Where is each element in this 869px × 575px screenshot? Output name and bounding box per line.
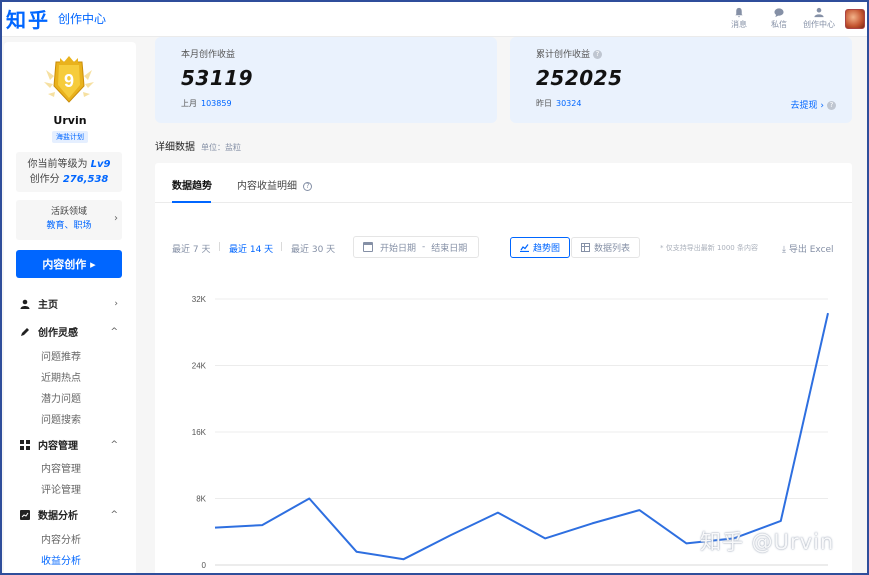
chevron-right-icon: › bbox=[114, 213, 118, 224]
total-revenue-title-row: 累计创作收益? bbox=[536, 47, 603, 60]
sidebar: 9 Urvin 海盐计划 你当前等级为 Lv9 创作分 276,538 活跃领域… bbox=[4, 42, 136, 575]
nav-item-content-analysis[interactable]: 内容分析 bbox=[41, 531, 81, 546]
notifications-button[interactable]: 消息 bbox=[721, 7, 757, 30]
pen-icon bbox=[21, 327, 29, 336]
notifications-label: 消息 bbox=[731, 20, 747, 29]
messages-label: 私信 bbox=[771, 20, 787, 29]
nav-data-analysis[interactable]: 数据分析 ^ bbox=[20, 507, 118, 522]
user-icon bbox=[20, 299, 30, 309]
y-tick-label: 8K bbox=[196, 495, 206, 504]
total-revenue-value: 252025 bbox=[536, 66, 623, 90]
username[interactable]: Urvin bbox=[4, 114, 136, 127]
active-field-values: 教育、职场 bbox=[46, 221, 92, 231]
creator-center-button[interactable]: 创作中心 bbox=[801, 7, 837, 30]
chevron-right-icon: › bbox=[114, 298, 118, 309]
nav-inspiration[interactable]: 创作灵感 ^ bbox=[20, 324, 118, 339]
series-line bbox=[214, 312, 829, 561]
nav-item-potential-questions[interactable]: 潜力问题 bbox=[41, 390, 81, 405]
nav-item-recent-hot[interactable]: 近期热点 bbox=[41, 369, 81, 384]
create-content-button[interactable]: 内容创作 ▸ bbox=[16, 250, 122, 278]
monthly-revenue-title: 本月创作收益 bbox=[181, 50, 236, 60]
y-tick-label: 24K bbox=[192, 362, 207, 371]
top-bar: 知乎 创作中心 消息 私信 创作中心 bbox=[0, 0, 869, 37]
level-value: Lv9 bbox=[90, 159, 111, 170]
detail-title: 详细数据 bbox=[155, 142, 195, 153]
yesterday-info: 昨日 30324 bbox=[536, 98, 581, 109]
monthly-revenue-value: 53119 bbox=[181, 66, 254, 90]
grid-icon bbox=[20, 439, 30, 450]
nav-item-question-search[interactable]: 问题搜索 bbox=[41, 411, 81, 426]
top-actions: 消息 私信 创作中心 bbox=[717, 0, 865, 37]
nav-home[interactable]: 主页 › bbox=[20, 296, 118, 311]
level-prefix: 你当前等级为 bbox=[27, 159, 88, 170]
level-badge: 9 bbox=[40, 52, 98, 110]
nav-inspiration-label: 创作灵感 bbox=[38, 328, 78, 339]
nav-data-analysis-label: 数据分析 bbox=[38, 511, 78, 522]
nav-home-label: 主页 bbox=[38, 300, 58, 311]
y-tick-label: 0 bbox=[202, 561, 207, 570]
detail-section-title: 详细数据 单位：盐粒 bbox=[155, 138, 241, 153]
nav-item-revenue-analysis[interactable]: 收益分析 bbox=[41, 552, 81, 567]
chevron-up-icon: ^ bbox=[110, 439, 118, 450]
messages-button[interactable]: 私信 bbox=[761, 7, 797, 30]
creator-icon bbox=[814, 7, 824, 18]
bell-icon bbox=[735, 7, 743, 18]
avatar[interactable] bbox=[845, 8, 865, 29]
withdraw-label: 去提现 › bbox=[790, 101, 824, 111]
yesterday-value: 30324 bbox=[556, 99, 582, 108]
score-prefix: 创作分 bbox=[29, 174, 60, 185]
nav-content-management-label: 内容管理 bbox=[38, 441, 78, 452]
y-tick-label: 16K bbox=[192, 428, 207, 437]
level-info: 你当前等级为 Lv9 创作分 276,538 bbox=[16, 152, 122, 192]
help-icon[interactable]: ? bbox=[827, 101, 836, 110]
nav-item-comment-management[interactable]: 评论管理 bbox=[41, 481, 81, 496]
active-field-box[interactable]: 活跃领域 教育、职场 › bbox=[16, 200, 122, 240]
chart-icon bbox=[20, 509, 30, 520]
detail-unit: 单位：盐粒 bbox=[201, 143, 241, 152]
withdraw-link[interactable]: 去提现 ›? bbox=[791, 98, 836, 111]
watermark: 知乎 @Urvin bbox=[700, 530, 835, 554]
plan-tag[interactable]: 海盐计划 bbox=[52, 131, 88, 143]
total-revenue-card: 累计创作收益? 252025 昨日 30324 去提现 ›? bbox=[510, 37, 852, 123]
monthly-revenue-card: 本月创作收益 53119 上月 103859 bbox=[155, 37, 497, 123]
score-value: 276,538 bbox=[62, 174, 109, 185]
last-month-value: 103859 bbox=[201, 99, 232, 108]
level-badge-number: 9 bbox=[64, 71, 74, 91]
chat-icon bbox=[774, 8, 784, 18]
last-month-label: 上月 bbox=[181, 99, 197, 108]
detail-panel: 数据趋势 内容收益明细 ? 最近 7 天 | 最近 14 天 | 最近 30 天… bbox=[155, 163, 852, 575]
zhihu-logo[interactable]: 知乎 bbox=[6, 4, 50, 33]
chevron-up-icon: ^ bbox=[110, 326, 118, 337]
nav-item-content-management[interactable]: 内容管理 bbox=[41, 460, 81, 475]
creator-center-title[interactable]: 创作中心 bbox=[58, 10, 106, 27]
creator-center-label: 创作中心 bbox=[803, 20, 835, 29]
last-month-info: 上月 103859 bbox=[181, 98, 232, 109]
nav-item-question-recommend[interactable]: 问题推荐 bbox=[41, 348, 81, 363]
active-field-title: 活跃领域 bbox=[50, 207, 87, 217]
level-badge-icon: 9 bbox=[44, 56, 94, 103]
y-tick-label: 32K bbox=[192, 295, 207, 304]
help-icon[interactable]: ? bbox=[593, 50, 603, 59]
total-revenue-title: 累计创作收益 bbox=[536, 50, 591, 60]
chevron-up-icon: ^ bbox=[110, 509, 118, 520]
yesterday-label: 昨日 bbox=[536, 99, 552, 108]
nav-content-management[interactable]: 内容管理 ^ bbox=[20, 437, 118, 452]
revenue-trend-chart: 0 8K 16K 24K 32K bbox=[192, 295, 829, 570]
